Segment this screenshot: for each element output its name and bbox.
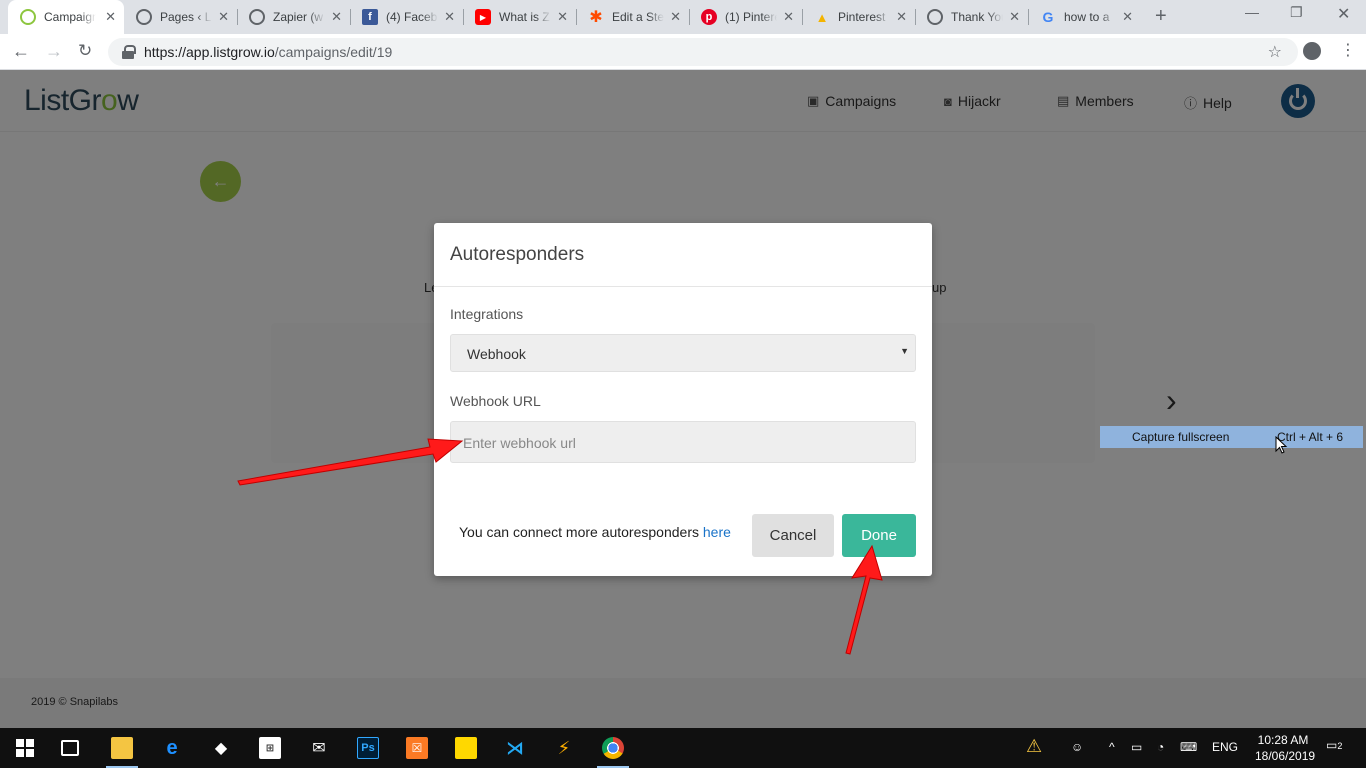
lightning-icon[interactable]: ⚡ [553, 737, 575, 759]
photoshop-icon[interactable]: Ps [357, 737, 379, 759]
keyboard-icon[interactable]: ⌨ [1180, 740, 1197, 754]
close-tab-icon[interactable]: ✕ [896, 9, 907, 25]
tab-pinterest[interactable]: p (1) Pinterest ✕ [689, 0, 803, 34]
modal-title: Autoresponders [450, 244, 585, 265]
window-close-icon[interactable]: ✕ [1337, 4, 1350, 24]
drive-icon: ▲ [815, 9, 829, 25]
notification-center-icon[interactable]: ▭2 [1326, 738, 1342, 752]
connect-more-text: You can connect more autoresponders here [459, 524, 731, 540]
battery-icon[interactable]: ▭ [1131, 740, 1142, 754]
new-tab-icon[interactable]: + [1155, 5, 1167, 28]
cancel-button[interactable]: Cancel [752, 514, 834, 557]
people-icon[interactable]: ☺ [1071, 740, 1083, 754]
mouse-cursor-icon [1275, 436, 1288, 454]
globe-icon [136, 9, 152, 25]
browser-tab-strip: Campaigns ✕ Pages ‹ List ✕ Zapier (w ✕ f… [0, 0, 1366, 34]
xampp-icon[interactable]: ☒ [406, 737, 428, 759]
close-tab-icon[interactable]: ✕ [331, 9, 342, 25]
warning-icon[interactable]: ⚠ [1026, 736, 1042, 757]
tray-up-icon[interactable]: ^ [1109, 740, 1115, 754]
tab-zapier[interactable]: Zapier (w ✕ [237, 0, 351, 34]
chrome-icon[interactable] [602, 737, 624, 759]
close-tab-icon[interactable]: ✕ [1122, 9, 1133, 25]
close-tab-icon[interactable]: ✕ [444, 9, 455, 25]
language-indicator[interactable]: ENG [1212, 740, 1238, 754]
listgrow-favicon-icon [20, 9, 36, 25]
facebook-icon: f [362, 9, 378, 25]
sticky-notes-icon[interactable] [455, 737, 477, 759]
pinterest-icon: p [701, 9, 717, 25]
caret-down-icon: ▼ [900, 346, 909, 356]
close-tab-icon[interactable]: ✕ [557, 9, 568, 25]
windows-start-icon[interactable] [14, 737, 36, 759]
tab-google[interactable]: G how to a ✕ [1028, 0, 1141, 34]
connect-more-link[interactable]: here [703, 524, 731, 540]
tab-pinterest-drive[interactable]: ▲ Pinterest ✕ [802, 0, 916, 34]
tab-facebook[interactable]: f (4) Facebook ✕ [350, 0, 464, 34]
webhook-url-input[interactable]: Enter webhook url [450, 421, 916, 463]
restore-icon[interactable]: ❐ [1290, 4, 1303, 21]
close-tab-icon[interactable]: ✕ [783, 9, 794, 25]
webhook-url-label: Webhook URL [450, 393, 541, 409]
mail-icon[interactable]: ✉ [308, 737, 330, 759]
address-bar: ← → ↻ https://app.listgrow.io/campaigns/… [0, 34, 1366, 70]
globe-icon [249, 9, 265, 25]
capture-tooltip[interactable]: Capture fullscreen Ctrl + Alt + 6 [1100, 426, 1363, 448]
reload-icon[interactable]: ↻ [78, 41, 92, 61]
clock[interactable]: 10:28 AM 18/06/2019 [1255, 732, 1315, 764]
store-icon[interactable]: ⊞ [259, 737, 281, 759]
profile-icon[interactable] [1303, 42, 1321, 60]
windows-taskbar: e ◆ ⊞ ✉ Ps ☒ ⋊ ⚡ ⚠ ☺ ^ ▭ ◔ ⌨ ENG 10:28 A… [0, 728, 1366, 768]
tab-zap-edit[interactable]: ✱ Edit a Ste ✕ [576, 0, 690, 34]
close-tab-icon[interactable]: ✕ [1009, 9, 1020, 25]
back-arrow-icon[interactable]: ← [12, 41, 30, 62]
edge-icon[interactable]: e [161, 737, 183, 759]
divider [434, 286, 932, 287]
youtube-icon: ▶ [475, 9, 491, 25]
close-tab-icon[interactable]: ✕ [105, 9, 116, 25]
lock-icon [122, 45, 136, 59]
close-tab-icon[interactable]: ✕ [218, 9, 229, 25]
tab-campaigns[interactable]: Campaigns ✕ [8, 0, 124, 34]
tab-youtube[interactable]: ▶ What is Z ✕ [463, 0, 577, 34]
tab-pages[interactable]: Pages ‹ List ✕ [124, 0, 238, 34]
minimize-icon[interactable]: — [1245, 4, 1259, 20]
task-view-icon[interactable] [61, 740, 79, 756]
menu-dots-icon[interactable]: ⋮ [1340, 40, 1356, 60]
globe-icon [927, 9, 943, 25]
dropbox-icon[interactable]: ◆ [210, 737, 232, 759]
tab-thank-you[interactable]: Thank You ✕ [915, 0, 1029, 34]
url-field[interactable]: https://app.listgrow.io/campaigns/edit/1… [108, 38, 1298, 66]
google-icon: G [1042, 9, 1054, 25]
bookmark-star-icon[interactable]: ☆ [1268, 42, 1282, 62]
file-explorer-icon[interactable] [111, 737, 133, 759]
vscode-icon[interactable]: ⋊ [504, 737, 526, 759]
wifi-icon[interactable]: ◔ [1157, 740, 1164, 754]
integrations-select[interactable]: Webhook ▼ [450, 334, 916, 372]
integrations-label: Integrations [450, 306, 524, 322]
autoresponders-modal: Autoresponders Integrations Webhook ▼ We… [434, 223, 932, 576]
done-button[interactable]: Done [842, 514, 916, 557]
forward-arrow-icon[interactable]: → [45, 41, 63, 62]
close-tab-icon[interactable]: ✕ [670, 9, 681, 25]
zapier-icon: ✱ [589, 9, 603, 26]
